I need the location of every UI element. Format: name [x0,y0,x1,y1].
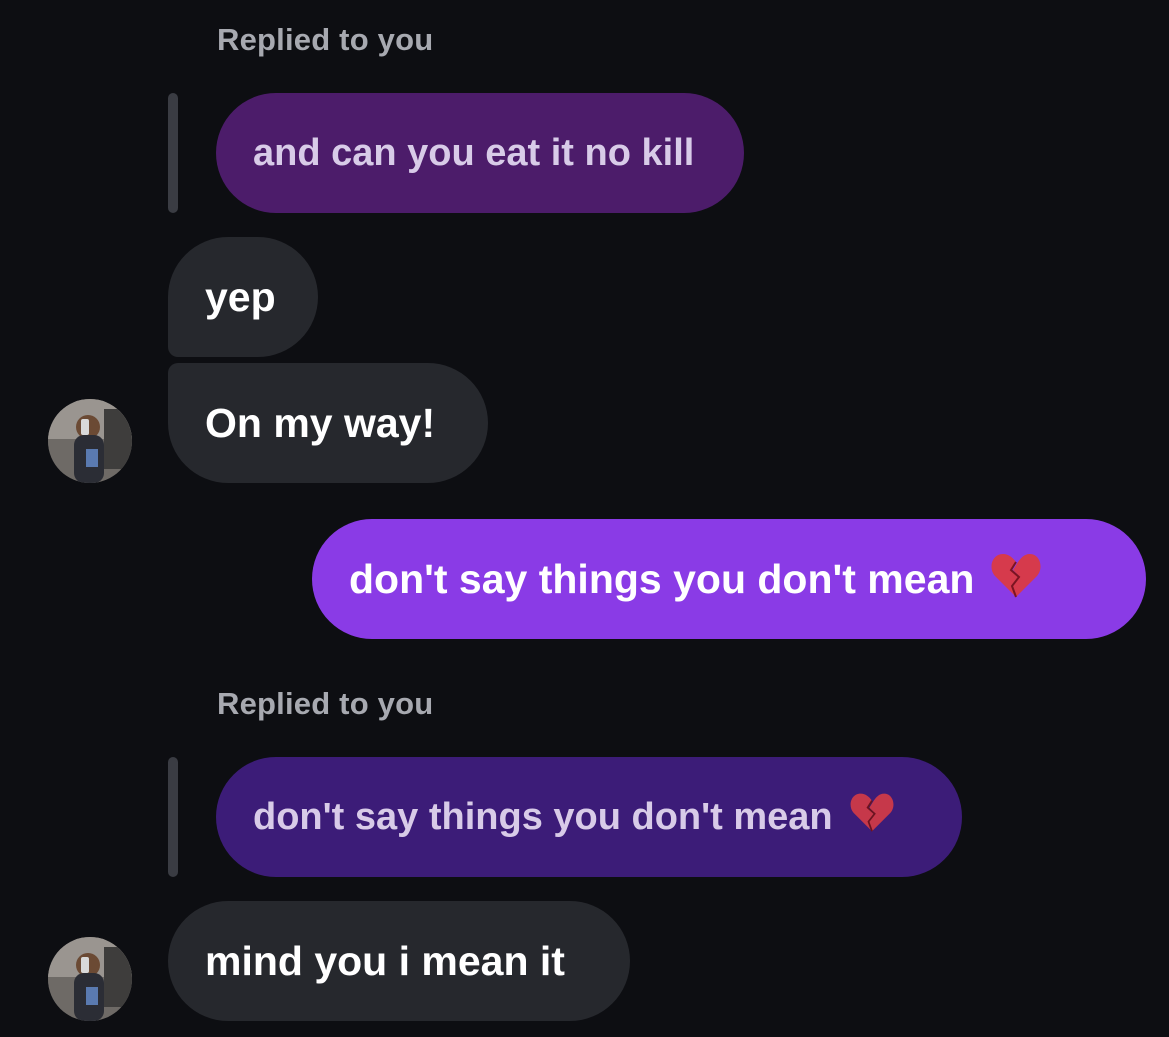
message-text: yep [205,274,276,320]
avatar[interactable] [48,399,132,483]
message-text: don't say things you don't mean [349,556,975,602]
incoming-message-bubble[interactable]: mind you i mean it [168,901,630,1021]
incoming-message-bubble[interactable]: On my way! [168,363,488,483]
reply-label: Replied to you [217,686,434,721]
avatar-photo [48,399,132,483]
incoming-message-bubble[interactable]: yep [168,237,318,357]
outgoing-message-bubble[interactable]: don't say things you don't mean [312,519,1146,639]
reply-label: Replied to you [217,22,434,57]
avatar-photo [48,937,132,1021]
message-text: On my way! [205,400,436,446]
broken-heart-icon [990,551,1042,607]
reply-indicator-bar [168,757,178,877]
message-text: mind you i mean it [205,938,565,984]
quoted-message-text: don't say things you don't mean [253,796,833,838]
reply-indicator-bar [168,93,178,213]
quoted-message-bubble[interactable]: don't say things you don't mean [216,757,962,877]
broken-heart-icon [849,791,895,843]
quoted-message-text: and can you eat it no kill [253,132,695,174]
avatar[interactable] [48,937,132,1021]
quoted-message-bubble[interactable]: and can you eat it no kill [216,93,744,213]
